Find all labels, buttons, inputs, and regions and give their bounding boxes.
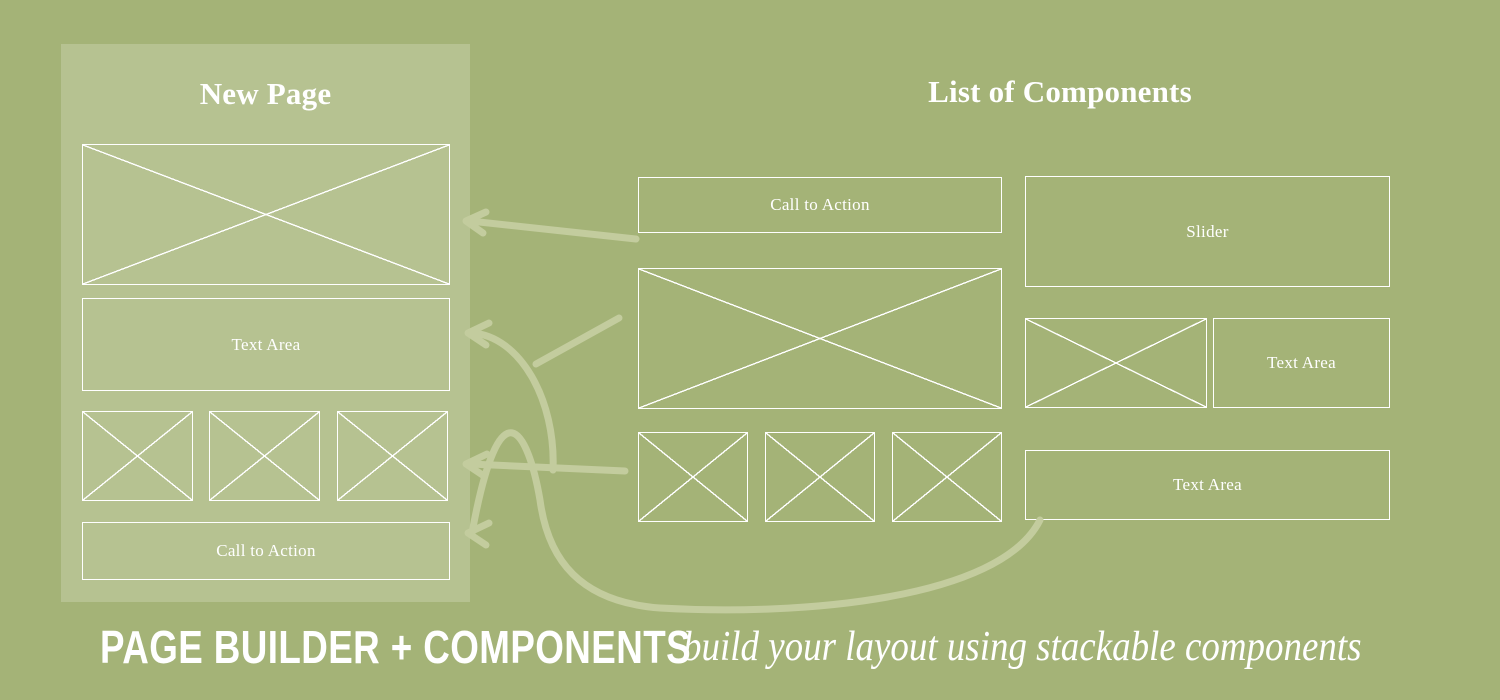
component-slider[interactable]: Slider xyxy=(1025,176,1390,287)
left-text-area-label: Text Area xyxy=(231,334,301,354)
arrow-to-cta-head xyxy=(464,519,493,549)
component-text-area-wide-label: Text Area xyxy=(1172,475,1242,494)
left-component-call-to-action[interactable]: Call to Action xyxy=(82,522,450,580)
list-of-components-title: List of Components xyxy=(928,74,1192,109)
left-cta-label: Call to Action xyxy=(216,541,316,560)
arrow-to-hero-shaft xyxy=(466,217,640,243)
component-small-image[interactable] xyxy=(1025,318,1207,408)
component-text-area-side-label: Text Area xyxy=(1266,353,1336,372)
caption-strong-text: PAGE BUILDER + COMPONENTS xyxy=(100,621,692,673)
component-thumb-3[interactable] xyxy=(892,432,1002,522)
component-big-image[interactable] xyxy=(638,268,1002,409)
caption: PAGE BUILDER + COMPONENTS build your lay… xyxy=(100,612,1420,682)
left-component-image-1[interactable] xyxy=(82,411,193,501)
arrow-to-thumbs-shaft xyxy=(466,460,629,475)
left-component-text-area[interactable]: Text Area xyxy=(82,298,450,391)
component-call-to-action[interactable]: Call to Action xyxy=(638,177,1002,233)
component-thumb-2[interactable] xyxy=(765,432,875,522)
arrow-to-text-area-head xyxy=(464,319,493,349)
component-thumb-1[interactable] xyxy=(638,432,748,522)
component-text-area-wide[interactable]: Text Area xyxy=(1025,450,1390,520)
arrow-to-text-area-shaft xyxy=(468,329,557,474)
caption-emphasis-text: build your layout using stackable compon… xyxy=(682,624,1362,670)
left-component-image-2[interactable] xyxy=(209,411,320,501)
component-text-area-side[interactable]: Text Area xyxy=(1213,318,1390,408)
left-component-hero-image[interactable] xyxy=(82,144,450,285)
arrow-diagonal-lower xyxy=(532,314,623,368)
new-page-title: New Page xyxy=(199,76,332,111)
left-component-image-3[interactable] xyxy=(337,411,448,501)
poster-canvas: New Page Text Area Call to Action List o… xyxy=(0,0,1500,700)
component-slider-label: Slider xyxy=(1186,221,1229,241)
component-cta-label: Call to Action xyxy=(770,195,870,214)
